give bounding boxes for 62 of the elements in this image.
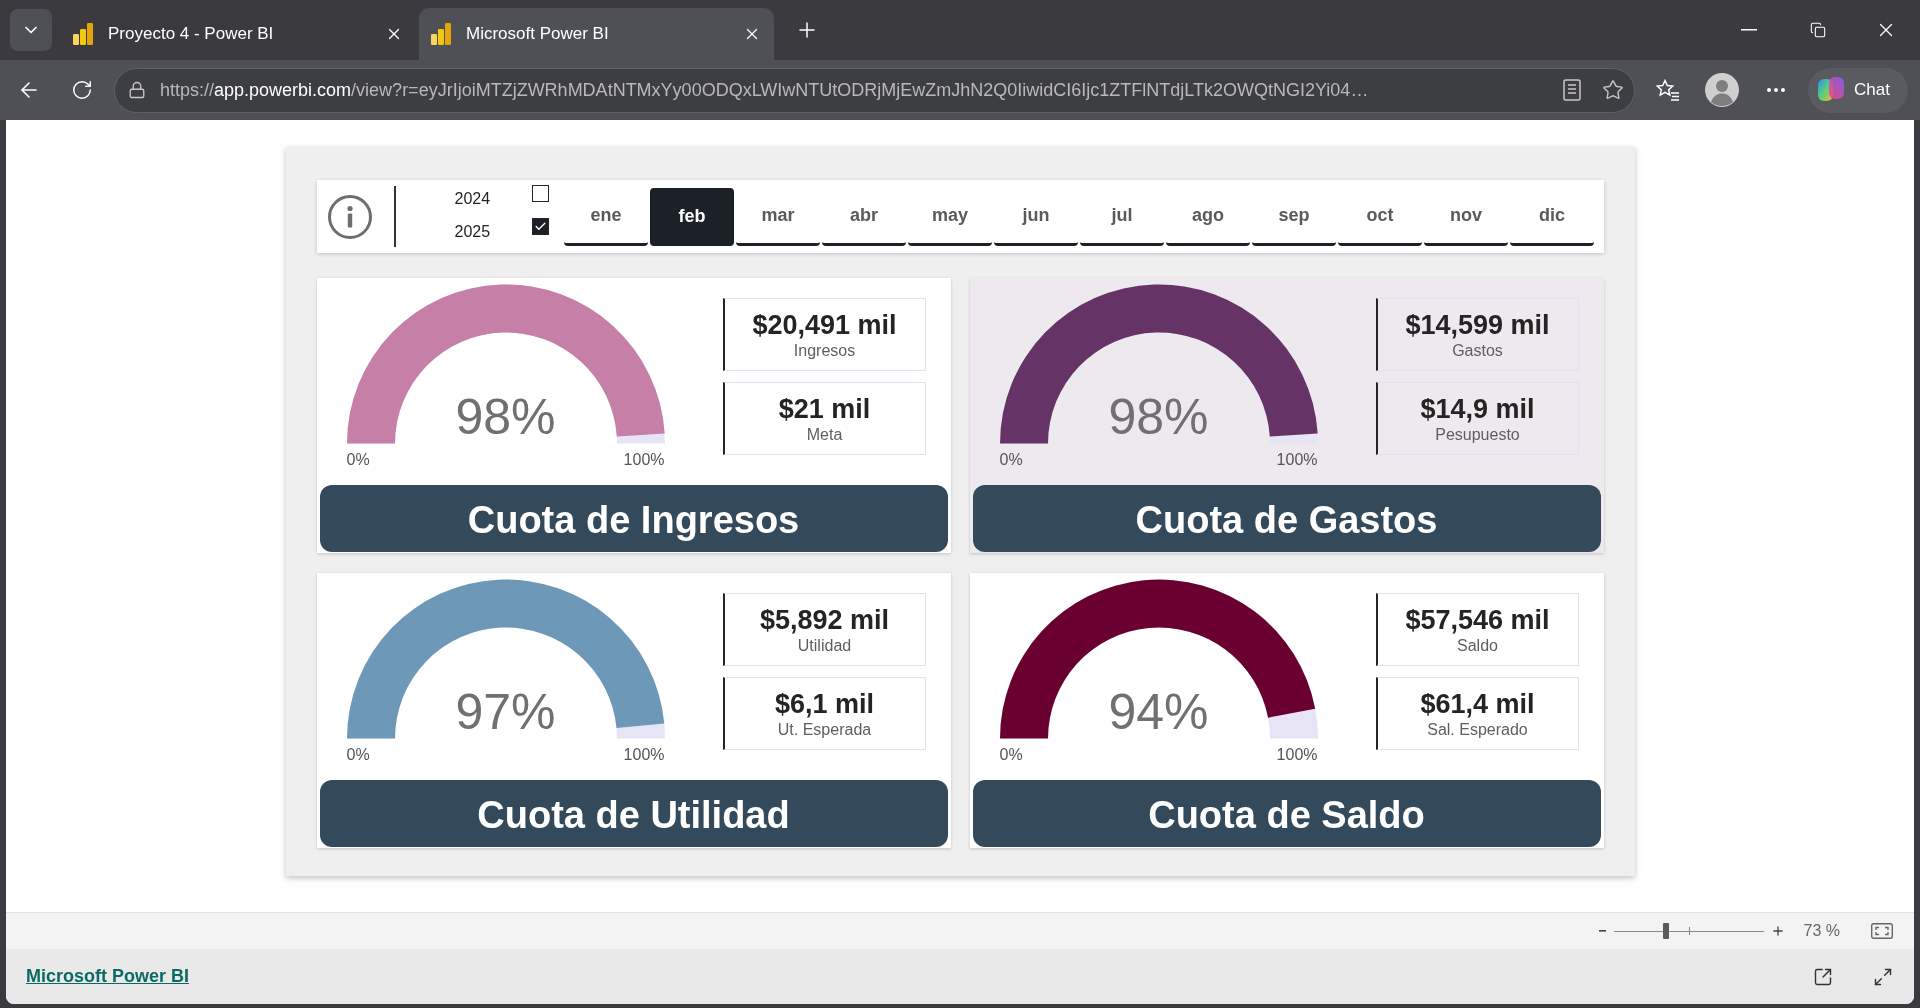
url-text: https://app.powerbi.com/view?r=eyJrIjoiMTZjZWRhMDAtNTMxYy00ODQxLWIwNTUtODRjMjEwZmJhN2Q0IiwidCI6Ijc1ZTFlNTdjLTk2OWQtNGI2Yi04… (160, 78, 1369, 102)
lock-icon (128, 81, 146, 99)
gauge-min-label: 0% (999, 745, 1023, 764)
reader-view-icon[interactable] (1563, 79, 1581, 101)
kpi-label: Ut. Esperada (777, 719, 872, 740)
chat-button[interactable]: Chat (1808, 67, 1908, 113)
browser-tab[interactable]: Microsoft Power BI (419, 8, 774, 60)
footer-link[interactable]: Microsoft Power BI (26, 963, 190, 990)
zoom-in-icon[interactable] (1770, 924, 1785, 938)
kpi-label: Gastos (1452, 340, 1503, 361)
refresh-icon[interactable] (71, 79, 93, 101)
kpi-label: Sal. Esperado (1427, 719, 1528, 740)
gauge-reading: 98% (1108, 392, 1209, 442)
colorful-logo-icon (1818, 77, 1844, 103)
checkbox[interactable] (532, 217, 550, 235)
year-label: 2024 (454, 188, 491, 209)
kpi-label: Pesupuesto (1435, 424, 1520, 445)
kpi-value: $5,892 mil (759, 603, 890, 636)
avatar-icon[interactable] (1705, 73, 1739, 107)
kpi-label: Utilidad (797, 635, 852, 656)
checkbox[interactable] (532, 184, 550, 202)
kpi-label: Saldo (1457, 635, 1498, 656)
expand-icon[interactable] (1873, 966, 1893, 987)
gauge-min-label: 0% (346, 450, 370, 469)
gauge-min-label: 0% (999, 450, 1023, 469)
browser-tab[interactable]: Proyecto 4 - Power BI (61, 8, 416, 60)
gauge-max-label: 100% (623, 450, 665, 469)
month-tab[interactable]: feb (650, 187, 735, 246)
favorites-icon[interactable] (1656, 79, 1680, 101)
info-icon[interactable] (327, 194, 372, 239)
gauge-max-label: 100% (1276, 745, 1318, 764)
slider-thumb[interactable] (1663, 923, 1670, 939)
kpi-label: Ingresos (793, 340, 856, 361)
gauge-max-label: 100% (623, 745, 665, 764)
share-icon[interactable] (1813, 966, 1833, 987)
zoom-slider[interactable] (1613, 923, 1764, 939)
card-title-banner: Cuota de Saldo (972, 780, 1601, 847)
kpi-value: $57,546 mil (1405, 603, 1550, 636)
zoom-percentage: 73 % (1803, 921, 1840, 941)
kpi-value: $21 mil (778, 392, 871, 425)
gauge-min-label: 0% (346, 745, 370, 764)
kpi-value: $14,599 mil (1405, 308, 1550, 341)
card-title-banner: Cuota de Gastos (972, 485, 1601, 552)
restore-icon (1809, 22, 1826, 38)
address-bar[interactable]: https://app.powerbi.com/view?r=eyJrIjoiMTZjZWRhMDAtNTMxYy00ODQxLWIwNTUtODRjMjEwZmJhN2Q0IiwidCI6Ijc1ZTFlNTdjLTk2OWQtNGI2Yi04… (114, 67, 1635, 113)
minimize-icon (1740, 29, 1757, 31)
kpi-value: $20,491 mil (752, 308, 897, 341)
kpi-value: $61,4 mil (1420, 687, 1535, 720)
fit-to-page-icon[interactable] (1871, 923, 1893, 939)
bar-chart-logo-icon (72, 23, 94, 45)
card-title-banner: Cuota de Utilidad (319, 780, 948, 847)
gauge-reading: 97% (455, 687, 556, 737)
kpi-value: $14,9 mil (1420, 392, 1535, 425)
bar-chart-logo-icon (430, 23, 452, 45)
gauge-max-label: 100% (1276, 450, 1318, 469)
star-icon[interactable] (1602, 79, 1624, 101)
kpi-label: Meta (806, 424, 843, 445)
year-label: 2025 (454, 221, 491, 242)
kpi-value: $6,1 mil (774, 687, 875, 720)
card-title-banner: Cuota de Ingresos (319, 485, 948, 552)
gauge-reading: 98% (455, 392, 556, 442)
gauge-reading: 94% (1108, 687, 1209, 737)
